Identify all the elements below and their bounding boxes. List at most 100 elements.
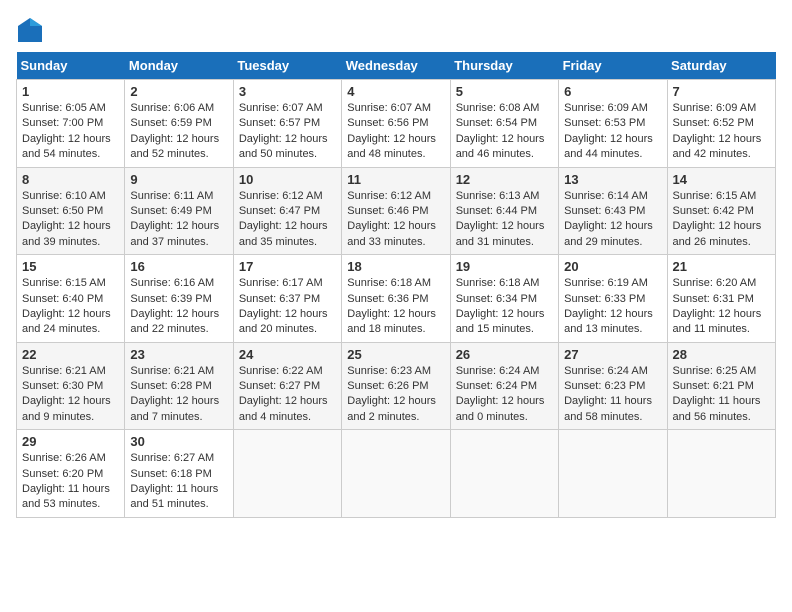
calendar-cell: 5 Sunrise: 6:08 AM Sunset: 6:54 PM Daylig… <box>450 80 558 168</box>
day-info: Sunrise: 6:14 AM Sunset: 6:43 PM Dayligh… <box>564 189 661 251</box>
calendar-cell <box>233 430 341 518</box>
day-info: Sunrise: 6:09 AM Sunset: 6:52 PM Dayligh… <box>673 101 770 163</box>
calendar-table: SundayMondayTuesdayWednesdayThursdayFrid… <box>16 52 776 518</box>
day-number: 23 <box>130 347 227 362</box>
day-number: 24 <box>239 347 336 362</box>
calendar-cell: 8 Sunrise: 6:10 AM Sunset: 6:50 PM Daylig… <box>17 167 125 255</box>
day-info: Sunrise: 6:25 AM Sunset: 6:21 PM Dayligh… <box>673 364 770 426</box>
day-number: 10 <box>239 172 336 187</box>
calendar-cell: 24 Sunrise: 6:22 AM Sunset: 6:27 PM Dayli… <box>233 342 341 430</box>
calendar-cell: 6Sunrise: 6:09 AM Sunset: 6:53 PM Daylig… <box>559 80 667 168</box>
day-info: Sunrise: 6:23 AM Sunset: 6:26 PM Dayligh… <box>347 364 444 426</box>
day-info: Sunrise: 6:13 AM Sunset: 6:44 PM Dayligh… <box>456 189 553 251</box>
day-number: 27 <box>564 347 661 362</box>
calendar-cell: 27 Sunrise: 6:24 AM Sunset: 6:23 PM Dayli… <box>559 342 667 430</box>
day-number: 9 <box>130 172 227 187</box>
calendar-cell: 3 Sunrise: 6:07 AM Sunset: 6:57 PM Daylig… <box>233 80 341 168</box>
calendar-cell: 7 Sunrise: 6:09 AM Sunset: 6:52 PM Daylig… <box>667 80 775 168</box>
day-number: 13 <box>564 172 661 187</box>
day-number: 8 <box>22 172 119 187</box>
day-header-wednesday: Wednesday <box>342 52 450 80</box>
week-row-5: 29Sunrise: 6:26 AM Sunset: 6:20 PM Dayli… <box>17 430 776 518</box>
day-info: Sunrise: 6:15 AM Sunset: 6:42 PM Dayligh… <box>673 189 770 251</box>
day-number: 26 <box>456 347 553 362</box>
day-info: Sunrise: 6:07 AM Sunset: 6:57 PM Dayligh… <box>239 101 336 163</box>
day-header-saturday: Saturday <box>667 52 775 80</box>
calendar-cell: 14 Sunrise: 6:15 AM Sunset: 6:42 PM Dayli… <box>667 167 775 255</box>
day-info: Sunrise: 6:27 AM Sunset: 6:18 PM Dayligh… <box>130 451 227 513</box>
day-number: 30 <box>130 434 227 449</box>
day-info: Sunrise: 6:16 AM Sunset: 6:39 PM Dayligh… <box>130 276 227 338</box>
calendar-cell: 25 Sunrise: 6:23 AM Sunset: 6:26 PM Dayli… <box>342 342 450 430</box>
day-number: 7 <box>673 84 770 99</box>
day-number: 18 <box>347 259 444 274</box>
day-number: 25 <box>347 347 444 362</box>
calendar-cell <box>667 430 775 518</box>
day-number: 20 <box>564 259 661 274</box>
day-info: Sunrise: 6:10 AM Sunset: 6:50 PM Dayligh… <box>22 189 119 251</box>
week-row-3: 15 Sunrise: 6:15 AM Sunset: 6:40 PM Dayli… <box>17 255 776 343</box>
day-info: Sunrise: 6:24 AM Sunset: 6:23 PM Dayligh… <box>564 364 661 426</box>
day-info: Sunrise: 6:12 AM Sunset: 6:46 PM Dayligh… <box>347 189 444 251</box>
calendar-cell: 9 Sunrise: 6:11 AM Sunset: 6:49 PM Daylig… <box>125 167 233 255</box>
day-number: 19 <box>456 259 553 274</box>
calendar-cell: 21 Sunrise: 6:20 AM Sunset: 6:31 PM Dayli… <box>667 255 775 343</box>
day-number: 12 <box>456 172 553 187</box>
day-info: Sunrise: 6:21 AM Sunset: 6:28 PM Dayligh… <box>130 364 227 426</box>
day-header-friday: Friday <box>559 52 667 80</box>
calendar-cell: 17 Sunrise: 6:17 AM Sunset: 6:37 PM Dayli… <box>233 255 341 343</box>
day-info: Sunrise: 6:08 AM Sunset: 6:54 PM Dayligh… <box>456 101 553 163</box>
day-header-sunday: Sunday <box>17 52 125 80</box>
calendar-cell: 29Sunrise: 6:26 AM Sunset: 6:20 PM Dayli… <box>17 430 125 518</box>
day-number: 3 <box>239 84 336 99</box>
calendar-cell: 30 Sunrise: 6:27 AM Sunset: 6:18 PM Dayli… <box>125 430 233 518</box>
week-row-4: 22 Sunrise: 6:21 AM Sunset: 6:30 PM Dayli… <box>17 342 776 430</box>
calendar-cell: 22 Sunrise: 6:21 AM Sunset: 6:30 PM Dayli… <box>17 342 125 430</box>
day-info: Sunrise: 6:26 AM Sunset: 6:20 PM Dayligh… <box>22 451 119 513</box>
calendar-cell: 28 Sunrise: 6:25 AM Sunset: 6:21 PM Dayli… <box>667 342 775 430</box>
day-info: Sunrise: 6:12 AM Sunset: 6:47 PM Dayligh… <box>239 189 336 251</box>
day-number: 16 <box>130 259 227 274</box>
day-header-monday: Monday <box>125 52 233 80</box>
calendar-cell <box>450 430 558 518</box>
day-number: 21 <box>673 259 770 274</box>
calendar-cell: 2 Sunrise: 6:06 AM Sunset: 6:59 PM Daylig… <box>125 80 233 168</box>
day-number: 11 <box>347 172 444 187</box>
calendar-cell: 10 Sunrise: 6:12 AM Sunset: 6:47 PM Dayli… <box>233 167 341 255</box>
day-info: Sunrise: 6:06 AM Sunset: 6:59 PM Dayligh… <box>130 101 227 163</box>
day-info: Sunrise: 6:18 AM Sunset: 6:34 PM Dayligh… <box>456 276 553 338</box>
day-info: Sunrise: 6:11 AM Sunset: 6:49 PM Dayligh… <box>130 189 227 251</box>
day-header-thursday: Thursday <box>450 52 558 80</box>
day-number: 4 <box>347 84 444 99</box>
day-info: Sunrise: 6:24 AM Sunset: 6:24 PM Dayligh… <box>456 364 553 426</box>
header <box>16 16 776 44</box>
calendar-cell <box>559 430 667 518</box>
day-number: 22 <box>22 347 119 362</box>
logo <box>16 16 48 44</box>
week-row-2: 8 Sunrise: 6:10 AM Sunset: 6:50 PM Daylig… <box>17 167 776 255</box>
logo-icon <box>16 16 44 44</box>
day-info: Sunrise: 6:21 AM Sunset: 6:30 PM Dayligh… <box>22 364 119 426</box>
calendar-cell: 11 Sunrise: 6:12 AM Sunset: 6:46 PM Dayli… <box>342 167 450 255</box>
day-number: 1 <box>22 84 119 99</box>
day-number: 2 <box>130 84 227 99</box>
calendar-cell: 23 Sunrise: 6:21 AM Sunset: 6:28 PM Dayli… <box>125 342 233 430</box>
calendar-cell: 15 Sunrise: 6:15 AM Sunset: 6:40 PM Dayli… <box>17 255 125 343</box>
calendar-cell: 26 Sunrise: 6:24 AM Sunset: 6:24 PM Dayli… <box>450 342 558 430</box>
day-info: Sunrise: 6:20 AM Sunset: 6:31 PM Dayligh… <box>673 276 770 338</box>
day-info: Sunrise: 6:15 AM Sunset: 6:40 PM Dayligh… <box>22 276 119 338</box>
day-number: 28 <box>673 347 770 362</box>
day-info: Sunrise: 6:22 AM Sunset: 6:27 PM Dayligh… <box>239 364 336 426</box>
day-number: 15 <box>22 259 119 274</box>
day-number: 17 <box>239 259 336 274</box>
calendar-cell: 12 Sunrise: 6:13 AM Sunset: 6:44 PM Dayli… <box>450 167 558 255</box>
day-number: 14 <box>673 172 770 187</box>
calendar-cell: 13 Sunrise: 6:14 AM Sunset: 6:43 PM Dayli… <box>559 167 667 255</box>
calendar-cell <box>342 430 450 518</box>
calendar-cell: 16 Sunrise: 6:16 AM Sunset: 6:39 PM Dayli… <box>125 255 233 343</box>
calendar-header-row: SundayMondayTuesdayWednesdayThursdayFrid… <box>17 52 776 80</box>
day-info: Sunrise: 6:05 AM Sunset: 7:00 PM Dayligh… <box>22 101 119 163</box>
day-info: Sunrise: 6:17 AM Sunset: 6:37 PM Dayligh… <box>239 276 336 338</box>
calendar-cell: 20Sunrise: 6:19 AM Sunset: 6:33 PM Dayli… <box>559 255 667 343</box>
day-number: 5 <box>456 84 553 99</box>
